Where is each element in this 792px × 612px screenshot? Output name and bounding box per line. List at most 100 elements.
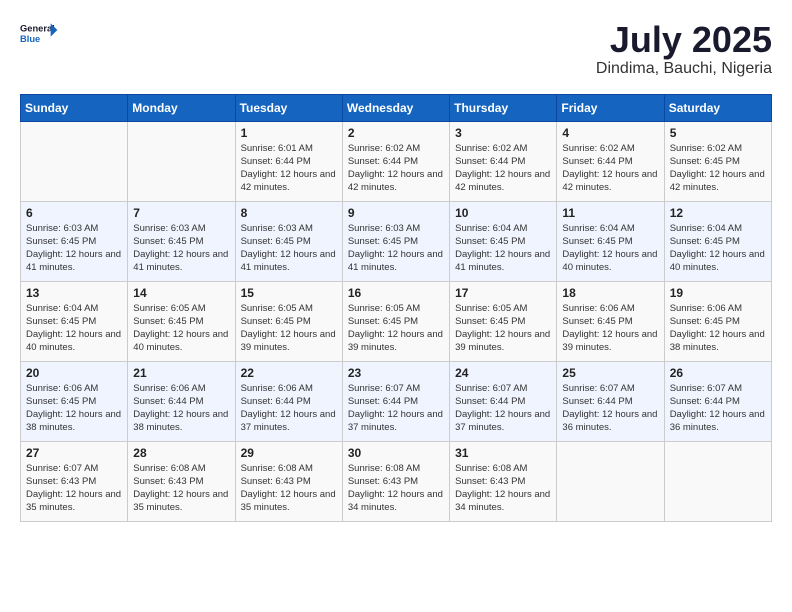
calendar-cell: 17Sunrise: 6:05 AM Sunset: 6:45 PM Dayli… bbox=[450, 281, 557, 361]
calendar-cell: 2 Sunrise: 6:02 AM Sunset: 6:44 PM Daylig… bbox=[342, 121, 449, 201]
calendar-cell: 24Sunrise: 6:07 AM Sunset: 6:44 PM Dayli… bbox=[450, 361, 557, 441]
day-info: Sunrise: 6:05 AM Sunset: 6:45 PM Dayligh… bbox=[348, 302, 444, 355]
calendar-cell: 31 Sunrise: 6:08 AM Sunset: 6:43 PM Dayli… bbox=[450, 441, 557, 521]
day-number: 22 bbox=[241, 366, 337, 380]
day-number: 15 bbox=[241, 286, 337, 300]
day-info: Sunrise: 6:02 AM Sunset: 6:44 PM Dayligh… bbox=[455, 142, 551, 195]
calendar-cell: 18 Sunrise: 6:06 AM Sunset: 6:45 PM Dayli… bbox=[557, 281, 664, 361]
day-info: Sunrise: 6:08 AM Sunset: 6:43 PM Dayligh… bbox=[241, 462, 337, 515]
svg-text:Blue: Blue bbox=[20, 34, 40, 44]
day-info: Sunrise: 6:06 AM Sunset: 6:44 PM Dayligh… bbox=[133, 382, 229, 435]
logo: General Blue bbox=[20, 20, 60, 50]
day-number: 8 bbox=[241, 206, 337, 220]
day-number: 28 bbox=[133, 446, 229, 460]
day-number: 7 bbox=[133, 206, 229, 220]
day-info: Sunrise: 6:08 AM Sunset: 6:43 PM Dayligh… bbox=[455, 462, 551, 515]
day-info: Sunrise: 6:05 AM Sunset: 6:45 PM Dayligh… bbox=[241, 302, 337, 355]
calendar-week-1: 1 Sunrise: 6:01 AM Sunset: 6:44 PM Daylig… bbox=[21, 121, 772, 201]
day-number: 29 bbox=[241, 446, 337, 460]
day-info: Sunrise: 6:07 AM Sunset: 6:44 PM Dayligh… bbox=[562, 382, 658, 435]
day-number: 18 bbox=[562, 286, 658, 300]
calendar-cell: 23 Sunrise: 6:07 AM Sunset: 6:44 PM Dayli… bbox=[342, 361, 449, 441]
calendar-cell bbox=[128, 121, 235, 201]
day-number: 1 bbox=[241, 126, 337, 140]
calendar-cell: 1 Sunrise: 6:01 AM Sunset: 6:44 PM Daylig… bbox=[235, 121, 342, 201]
calendar-week-4: 20 Sunrise: 6:06 AM Sunset: 6:45 PM Dayli… bbox=[21, 361, 772, 441]
calendar-cell: 14Sunrise: 6:05 AM Sunset: 6:45 PM Dayli… bbox=[128, 281, 235, 361]
weekday-header-monday: Monday bbox=[128, 94, 235, 121]
calendar-week-5: 27Sunrise: 6:07 AM Sunset: 6:43 PM Dayli… bbox=[21, 441, 772, 521]
weekday-header-row: SundayMondayTuesdayWednesdayThursdayFrid… bbox=[21, 94, 772, 121]
location: Dindima, Bauchi, Nigeria bbox=[596, 60, 772, 78]
calendar-cell bbox=[21, 121, 128, 201]
calendar-cell: 20 Sunrise: 6:06 AM Sunset: 6:45 PM Dayli… bbox=[21, 361, 128, 441]
day-info: Sunrise: 6:05 AM Sunset: 6:45 PM Dayligh… bbox=[133, 302, 229, 355]
day-info: Sunrise: 6:01 AM Sunset: 6:44 PM Dayligh… bbox=[241, 142, 337, 195]
day-info: Sunrise: 6:04 AM Sunset: 6:45 PM Dayligh… bbox=[670, 222, 766, 275]
calendar-cell: 29 Sunrise: 6:08 AM Sunset: 6:43 PM Dayli… bbox=[235, 441, 342, 521]
title-section: July 2025 Dindima, Bauchi, Nigeria bbox=[596, 20, 772, 78]
day-number: 16 bbox=[348, 286, 444, 300]
calendar-cell: 11 Sunrise: 6:04 AM Sunset: 6:45 PM Dayli… bbox=[557, 201, 664, 281]
calendar-cell: 25 Sunrise: 6:07 AM Sunset: 6:44 PM Dayli… bbox=[557, 361, 664, 441]
calendar-cell: 3 Sunrise: 6:02 AM Sunset: 6:44 PM Daylig… bbox=[450, 121, 557, 201]
day-number: 23 bbox=[348, 366, 444, 380]
svg-text:General: General bbox=[20, 23, 55, 33]
calendar-cell: 6Sunrise: 6:03 AM Sunset: 6:45 PM Daylig… bbox=[21, 201, 128, 281]
day-info: Sunrise: 6:03 AM Sunset: 6:45 PM Dayligh… bbox=[133, 222, 229, 275]
day-info: Sunrise: 6:03 AM Sunset: 6:45 PM Dayligh… bbox=[241, 222, 337, 275]
weekday-header-saturday: Saturday bbox=[664, 94, 771, 121]
day-number: 5 bbox=[670, 126, 766, 140]
calendar-cell: 7 Sunrise: 6:03 AM Sunset: 6:45 PM Daylig… bbox=[128, 201, 235, 281]
day-number: 11 bbox=[562, 206, 658, 220]
weekday-header-friday: Friday bbox=[557, 94, 664, 121]
weekday-header-sunday: Sunday bbox=[21, 94, 128, 121]
calendar-cell: 15 Sunrise: 6:05 AM Sunset: 6:45 PM Dayli… bbox=[235, 281, 342, 361]
day-info: Sunrise: 6:02 AM Sunset: 6:44 PM Dayligh… bbox=[562, 142, 658, 195]
day-number: 20 bbox=[26, 366, 122, 380]
calendar-cell: 28Sunrise: 6:08 AM Sunset: 6:43 PM Dayli… bbox=[128, 441, 235, 521]
calendar-week-3: 13Sunrise: 6:04 AM Sunset: 6:45 PM Dayli… bbox=[21, 281, 772, 361]
day-number: 26 bbox=[670, 366, 766, 380]
day-info: Sunrise: 6:07 AM Sunset: 6:44 PM Dayligh… bbox=[670, 382, 766, 435]
calendar-cell: 16 Sunrise: 6:05 AM Sunset: 6:45 PM Dayli… bbox=[342, 281, 449, 361]
day-info: Sunrise: 6:04 AM Sunset: 6:45 PM Dayligh… bbox=[26, 302, 122, 355]
day-number: 2 bbox=[348, 126, 444, 140]
day-number: 6 bbox=[26, 206, 122, 220]
logo-icon: General Blue bbox=[20, 20, 60, 48]
weekday-header-thursday: Thursday bbox=[450, 94, 557, 121]
day-info: Sunrise: 6:04 AM Sunset: 6:45 PM Dayligh… bbox=[455, 222, 551, 275]
calendar-cell bbox=[664, 441, 771, 521]
calendar-cell: 13Sunrise: 6:04 AM Sunset: 6:45 PM Dayli… bbox=[21, 281, 128, 361]
calendar-cell: 5 Sunrise: 6:02 AM Sunset: 6:45 PM Daylig… bbox=[664, 121, 771, 201]
day-number: 25 bbox=[562, 366, 658, 380]
day-info: Sunrise: 6:08 AM Sunset: 6:43 PM Dayligh… bbox=[348, 462, 444, 515]
day-info: Sunrise: 6:07 AM Sunset: 6:44 PM Dayligh… bbox=[348, 382, 444, 435]
calendar-cell: 4 Sunrise: 6:02 AM Sunset: 6:44 PM Daylig… bbox=[557, 121, 664, 201]
weekday-header-wednesday: Wednesday bbox=[342, 94, 449, 121]
calendar-cell: 26 Sunrise: 6:07 AM Sunset: 6:44 PM Dayli… bbox=[664, 361, 771, 441]
day-number: 17 bbox=[455, 286, 551, 300]
day-info: Sunrise: 6:06 AM Sunset: 6:45 PM Dayligh… bbox=[562, 302, 658, 355]
day-number: 3 bbox=[455, 126, 551, 140]
day-number: 30 bbox=[348, 446, 444, 460]
calendar-cell: 19Sunrise: 6:06 AM Sunset: 6:45 PM Dayli… bbox=[664, 281, 771, 361]
calendar-cell: 30 Sunrise: 6:08 AM Sunset: 6:43 PM Dayli… bbox=[342, 441, 449, 521]
weekday-header-tuesday: Tuesday bbox=[235, 94, 342, 121]
day-number: 4 bbox=[562, 126, 658, 140]
day-info: Sunrise: 6:04 AM Sunset: 6:45 PM Dayligh… bbox=[562, 222, 658, 275]
day-number: 12 bbox=[670, 206, 766, 220]
day-number: 24 bbox=[455, 366, 551, 380]
calendar-cell: 10Sunrise: 6:04 AM Sunset: 6:45 PM Dayli… bbox=[450, 201, 557, 281]
calendar-cell bbox=[557, 441, 664, 521]
day-number: 31 bbox=[455, 446, 551, 460]
day-number: 9 bbox=[348, 206, 444, 220]
calendar-cell: 21Sunrise: 6:06 AM Sunset: 6:44 PM Dayli… bbox=[128, 361, 235, 441]
day-info: Sunrise: 6:02 AM Sunset: 6:45 PM Dayligh… bbox=[670, 142, 766, 195]
calendar-body: 1 Sunrise: 6:01 AM Sunset: 6:44 PM Daylig… bbox=[21, 121, 772, 521]
day-info: Sunrise: 6:03 AM Sunset: 6:45 PM Dayligh… bbox=[348, 222, 444, 275]
day-info: Sunrise: 6:07 AM Sunset: 6:43 PM Dayligh… bbox=[26, 462, 122, 515]
day-info: Sunrise: 6:02 AM Sunset: 6:44 PM Dayligh… bbox=[348, 142, 444, 195]
day-number: 19 bbox=[670, 286, 766, 300]
day-info: Sunrise: 6:06 AM Sunset: 6:45 PM Dayligh… bbox=[26, 382, 122, 435]
